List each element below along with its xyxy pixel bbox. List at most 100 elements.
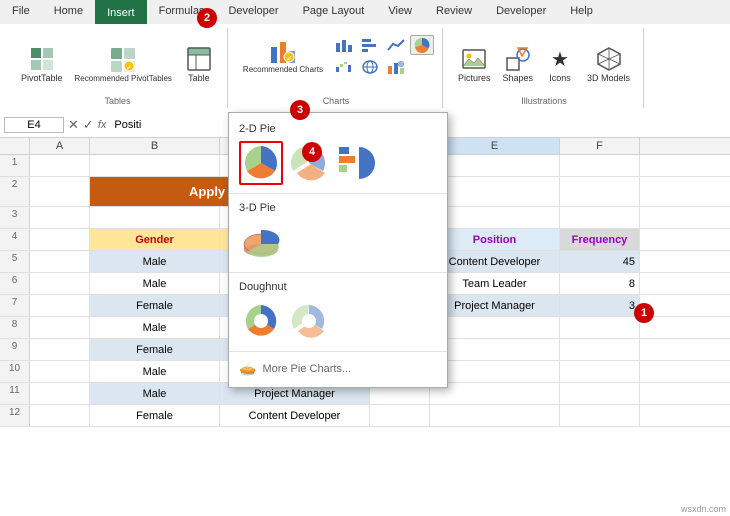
cell-e9[interactable]	[430, 339, 560, 360]
cell-b7[interactable]: Female	[90, 295, 220, 316]
confirm-formula-icon[interactable]: ✓	[83, 117, 94, 133]
maps-button[interactable]	[358, 57, 382, 77]
row-num-11: 11	[0, 383, 30, 404]
charts-buttons: ✓ Recommended Charts	[238, 30, 434, 94]
tab-home[interactable]: Home	[42, 0, 95, 24]
pie-chart-button[interactable]	[410, 35, 434, 55]
pictures-button[interactable]: Pictures	[453, 42, 496, 86]
cell-f5[interactable]: 45	[560, 251, 640, 272]
tab-review[interactable]: Review	[424, 0, 484, 24]
cell-a6[interactable]	[30, 273, 90, 294]
tab-insert[interactable]: Insert	[95, 0, 147, 24]
tab-developer2[interactable]: Developer	[484, 0, 558, 24]
cell-e5[interactable]: Content Developer	[430, 251, 560, 272]
cell-b5[interactable]: Male	[90, 251, 220, 272]
cell-f12[interactable]	[560, 405, 640, 426]
doughnut-items	[229, 295, 447, 347]
cell-a4[interactable]	[30, 229, 90, 250]
tab-file[interactable]: File	[0, 0, 42, 24]
cell-b9[interactable]: Female	[90, 339, 220, 360]
cell-b10[interactable]: Male	[90, 361, 220, 382]
name-box[interactable]	[4, 117, 64, 133]
cell-e7[interactable]: Project Manager	[430, 295, 560, 316]
cell-e1[interactable]	[430, 155, 560, 176]
cell-e10[interactable]	[430, 361, 560, 382]
step-badge-4: 4	[302, 142, 322, 162]
cell-f8[interactable]	[560, 317, 640, 338]
3d-models-button[interactable]: 3D Models	[582, 42, 635, 86]
dropdown-divider-2	[229, 272, 447, 273]
pie-2d-bar-button[interactable]	[335, 141, 379, 185]
cell-a5[interactable]	[30, 251, 90, 272]
cell-d12[interactable]	[370, 405, 430, 426]
cell-b11[interactable]: Male	[90, 383, 220, 404]
cell-e4-position[interactable]: Position	[430, 229, 560, 250]
cell-b1[interactable]	[90, 155, 220, 176]
cell-a10[interactable]	[30, 361, 90, 382]
cell-a1[interactable]	[30, 155, 90, 176]
column-chart-button[interactable]	[332, 35, 356, 55]
cell-f2[interactable]	[560, 177, 640, 206]
cell-b4-gender[interactable]: Gender	[90, 229, 220, 250]
recommended-pivottables-icon: ✓	[109, 46, 137, 74]
cell-a3[interactable]	[30, 207, 90, 228]
row-num-6: 6	[0, 273, 30, 294]
cell-e2[interactable]	[430, 177, 560, 206]
tab-view[interactable]: View	[376, 0, 424, 24]
cell-e3[interactable]	[430, 207, 560, 228]
corner-header	[0, 138, 30, 154]
pivot-table-button[interactable]: PivotTable	[16, 42, 68, 86]
pivot-chart-button[interactable]	[384, 57, 408, 77]
cell-c12[interactable]: Content Developer	[220, 405, 370, 426]
recommended-pivottables-button[interactable]: ✓ Recommended PivotTables	[70, 43, 177, 86]
col-header-b[interactable]: B	[90, 138, 220, 154]
cell-f11[interactable]	[560, 383, 640, 404]
cell-a7[interactable]	[30, 295, 90, 316]
cancel-formula-icon[interactable]: ✕	[68, 117, 79, 133]
cell-f9[interactable]	[560, 339, 640, 360]
cell-e8[interactable]	[430, 317, 560, 338]
col-header-a[interactable]: A	[30, 138, 90, 154]
bar-chart-button[interactable]	[358, 35, 382, 55]
3d-models-icon	[595, 45, 623, 73]
tab-developer[interactable]: Developer	[216, 0, 290, 24]
table-button[interactable]: Table	[179, 42, 219, 86]
cell-b3[interactable]	[90, 207, 220, 228]
icons-button[interactable]: ★ Icons	[540, 42, 580, 86]
cell-b8[interactable]: Male	[90, 317, 220, 338]
col-header-f[interactable]: F	[560, 138, 640, 154]
cell-a2[interactable]	[30, 177, 90, 206]
col-header-e[interactable]: E	[430, 138, 560, 154]
3d-pie-items	[229, 216, 447, 268]
doughnut-button[interactable]	[239, 299, 283, 343]
line-chart-button[interactable]	[384, 35, 408, 55]
cell-f1[interactable]	[560, 155, 640, 176]
cell-e6[interactable]: Team Leader	[430, 273, 560, 294]
table-label: Table	[188, 73, 210, 83]
cell-f4-frequency[interactable]: Frequency	[560, 229, 640, 250]
cell-f7[interactable]: 3	[560, 295, 640, 316]
cell-a8[interactable]	[30, 317, 90, 338]
tab-help[interactable]: Help	[558, 0, 605, 24]
pie-3d-button[interactable]	[239, 220, 283, 264]
doughnut-exploded-button[interactable]	[287, 299, 331, 343]
svg-text:✓: ✓	[126, 65, 132, 72]
cell-b12[interactable]: Female	[90, 405, 220, 426]
shapes-button[interactable]: Shapes	[497, 42, 538, 86]
pie-2d-filled-button[interactable]	[239, 141, 283, 185]
cell-a9[interactable]	[30, 339, 90, 360]
cell-f6[interactable]: 8	[560, 273, 640, 294]
more-pie-charts-button[interactable]: 🥧 More Pie Charts...	[229, 356, 447, 381]
cell-a11[interactable]	[30, 383, 90, 404]
cell-f3[interactable]	[560, 207, 640, 228]
step-badge-2: 2	[197, 8, 217, 28]
cell-e11[interactable]	[430, 383, 560, 404]
row-num-10: 10	[0, 361, 30, 382]
cell-f10[interactable]	[560, 361, 640, 382]
cell-a12[interactable]	[30, 405, 90, 426]
tab-page-layout[interactable]: Page Layout	[291, 0, 377, 24]
cell-b6[interactable]: Male	[90, 273, 220, 294]
cell-e12[interactable]	[430, 405, 560, 426]
waterfall-button[interactable]	[332, 57, 356, 77]
recommended-charts-button[interactable]: ✓ Recommended Charts	[238, 34, 328, 77]
